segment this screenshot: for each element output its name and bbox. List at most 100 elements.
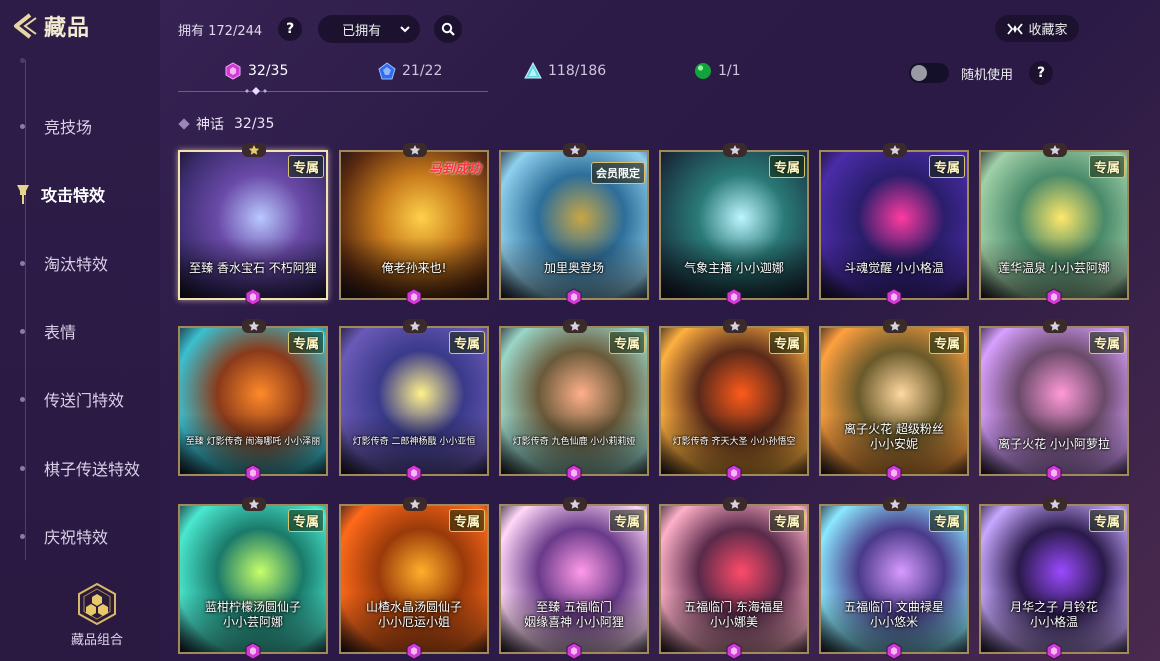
star-icon (242, 319, 266, 333)
effect-name: 五福临门 文曲禄星 小小悠米 (844, 600, 944, 629)
top-toolbar: 拥有 172/244 ? 已拥有 (178, 14, 463, 44)
effect-card[interactable]: 专属 灯影传奇 齐天大圣 小小孙悟空 (659, 319, 809, 482)
back-chevron-icon (14, 13, 37, 39)
collector-emblem-icon (1007, 22, 1024, 35)
sidebar-item-label: 棋子传送特效 (44, 460, 141, 479)
effect-name: 至臻 灯影传奇 闹海哪吒 小小泽丽 (185, 437, 321, 447)
section-count: 32/35 (234, 116, 275, 132)
purple-gem-icon (1046, 288, 1062, 306)
random-use-label: 随机使用 (961, 68, 1014, 83)
collection-combo-button[interactable]: 藏品组合 (52, 582, 142, 648)
exclusive-badge: 专属 (448, 331, 485, 354)
sidebar-item-label: 表情 (44, 323, 77, 342)
effect-name: 月华之子 月铃花 小小格温 (1010, 600, 1098, 629)
purple-gem-icon (406, 288, 422, 306)
nav-dot (20, 465, 25, 471)
sidebar-item-piece-teleport-effects[interactable]: 棋子传送特效 (20, 456, 140, 480)
filter-value: 已拥有 (342, 23, 382, 39)
exclusive-badge: 专属 (928, 155, 965, 178)
star-icon (883, 319, 907, 333)
sidebar-item-attack-effects[interactable]: 攻击特效 (17, 182, 105, 206)
effect-card[interactable]: 专属 气象主播 小小迦娜 (659, 143, 809, 306)
sidebar: 藏品 竞技场 攻击特效 淘汰特效 表情 传送门特效 棋子传送特效 庆祝特效 藏品… (0, 0, 160, 661)
diamond-bullet-icon (178, 118, 190, 130)
tab-count: 118/186 (548, 63, 607, 79)
star-icon (883, 143, 907, 157)
tab-count: 1/1 (718, 63, 741, 79)
effect-card[interactable]: 专属 五福临门 东海福星 小小娜美 (659, 497, 809, 660)
tab-mythic[interactable]: 32/35 (224, 62, 288, 80)
purple-gem-icon (406, 642, 422, 660)
effect-name: 莲华温泉 小小芸阿娜 (998, 261, 1110, 275)
star-icon (563, 143, 587, 157)
nav-dot (20, 123, 25, 129)
sidebar-item-elimination-effects[interactable]: 淘汰特效 (20, 251, 108, 275)
star-icon (242, 143, 266, 157)
sidebar-item-celebration-effects[interactable]: 庆祝特效 (20, 524, 108, 548)
purple-gem-icon (245, 464, 261, 482)
tab-divider (178, 91, 488, 92)
star-icon (723, 143, 747, 157)
collector-label: 收藏家 (1028, 23, 1068, 38)
tab-legendary[interactable]: 21/22 (378, 62, 442, 80)
effect-card[interactable]: 专属 五福临门 文曲禄星 小小悠米 (819, 497, 969, 660)
exclusive-badge: 专属 (287, 331, 324, 354)
effect-card[interactable]: 专属 至臻 香水宝石 不朽阿狸 (178, 143, 328, 306)
effect-card[interactable]: 专属 离子火花 小小阿萝拉 (979, 319, 1129, 482)
tab-count: 32/35 (248, 63, 289, 79)
effect-name: 灯影传奇 二郎神杨戬 小小亚恒 (352, 437, 476, 447)
star-icon (723, 319, 747, 333)
sidebar-item-partial (20, 48, 44, 72)
search-icon (441, 22, 455, 36)
collector-button[interactable]: 收藏家 (995, 15, 1079, 42)
random-use-toggle[interactable] (909, 63, 949, 83)
effect-card[interactable]: 会员限定 加里奥登场 (499, 143, 649, 306)
purple-gem-icon (245, 288, 261, 306)
star-icon (563, 319, 587, 333)
teal-triangle-icon (524, 62, 542, 79)
blue-gem-icon (378, 62, 396, 80)
sidebar-item-emotes[interactable]: 表情 (20, 319, 76, 343)
effect-card[interactable]: 专属 莲华温泉 小小芸阿娜 (979, 143, 1129, 306)
effect-card[interactable]: 专属灯影传奇 二郎神杨戬 小小亚恒 (339, 319, 489, 482)
star-icon (403, 143, 427, 157)
effect-card[interactable]: 专属月华之子 月铃花 小小格温 (979, 497, 1129, 660)
effect-card[interactable]: 专属 山楂水晶汤圆仙子 小小厄运小姐 (339, 497, 489, 660)
purple-gem-icon (726, 288, 742, 306)
exclusive-badge: 专属 (287, 509, 324, 532)
exclusive-badge: 专属 (768, 155, 805, 178)
purple-gem-icon (225, 62, 241, 80)
help-button[interactable]: ? (278, 17, 303, 41)
effect-card[interactable]: 专属 离子火花 超级粉丝 小小安妮 (819, 319, 969, 482)
sidebar-item-label: 竞技场 (44, 118, 93, 137)
sidebar-item-portal-effects[interactable]: 传送门特效 (20, 387, 124, 411)
random-help-button[interactable]: ? (1029, 61, 1053, 85)
effect-card[interactable]: 专属 至臻 五福临门 姻缘喜神 小小阿狸 (499, 497, 649, 660)
nav-dot (20, 533, 25, 539)
exclusive-badge: 专属 (928, 331, 965, 354)
effect-name: 加里奥登场 (543, 261, 604, 275)
tab-epic[interactable]: 118/186 (524, 62, 606, 80)
sidebar-item-label: 淘汰特效 (44, 255, 109, 274)
effect-card[interactable]: 专属 灯影传奇 九色仙鹿 小小莉莉娅 (499, 319, 649, 482)
sidebar-item-arena[interactable]: 竞技场 (20, 114, 92, 138)
nav-dot (20, 260, 25, 266)
tab-rare[interactable]: 1/1 (694, 62, 741, 80)
effect-name: 蓝柑柠檬汤圆仙子 小小芸阿娜 (204, 600, 301, 629)
effect-card[interactable]: 专属至臻 灯影传奇 闹海哪吒 小小泽丽 (178, 319, 328, 482)
effect-card[interactable]: 专属 斗魂觉醒 小小格温 (819, 143, 969, 306)
effect-card[interactable]: 专属蓝柑柠檬汤圆仙子 小小芸阿娜 (178, 497, 328, 660)
exclusive-badge: 专属 (768, 331, 805, 354)
rarity-tabs: 32/35 21/22 118/186 1/1 随机使用 ? (178, 58, 1078, 95)
ownership-filter-dropdown[interactable]: 已拥有 (318, 15, 421, 43)
back-button[interactable]: 藏品 (10, 10, 90, 42)
purple-gem-icon (566, 464, 582, 482)
effect-card[interactable]: 马到成功 俺老孙来也! (339, 143, 489, 306)
exclusive-badge: 专属 (1088, 509, 1125, 532)
selected-pin-icon (17, 185, 29, 204)
purple-gem-icon (886, 464, 902, 482)
chevron-down-icon (400, 25, 410, 32)
search-button[interactable] (434, 15, 463, 43)
nav-dot (20, 396, 25, 402)
star-icon (403, 497, 427, 511)
